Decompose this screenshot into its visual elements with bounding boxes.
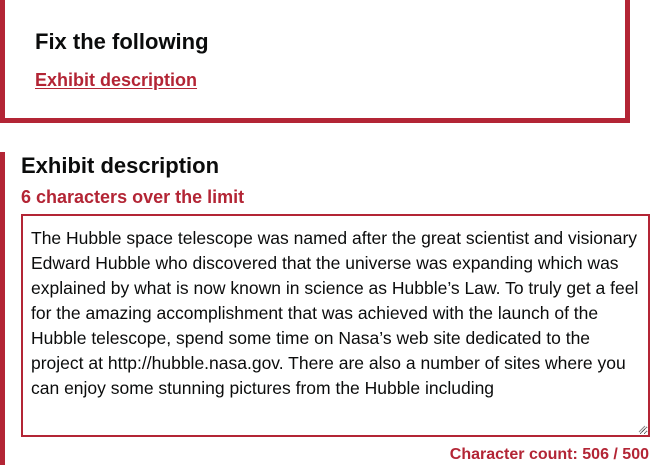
- exhibit-description-textarea[interactable]: The Hubble space telescope was named aft…: [21, 214, 650, 437]
- error-link-exhibit-description[interactable]: Exhibit description: [35, 70, 197, 91]
- character-count: Character count: 506 / 500: [449, 446, 649, 463]
- error-message: 6 characters over the limit: [21, 187, 245, 207]
- error-summary-title: Fix the following: [35, 29, 209, 54]
- exhibit-description-form-group: Exhibit description 6 characters over th…: [0, 152, 650, 465]
- resize-grip-icon[interactable]: [636, 423, 646, 433]
- field-label: Exhibit description: [21, 153, 220, 178]
- error-summary: Fix the following Exhibit description: [0, 0, 630, 123]
